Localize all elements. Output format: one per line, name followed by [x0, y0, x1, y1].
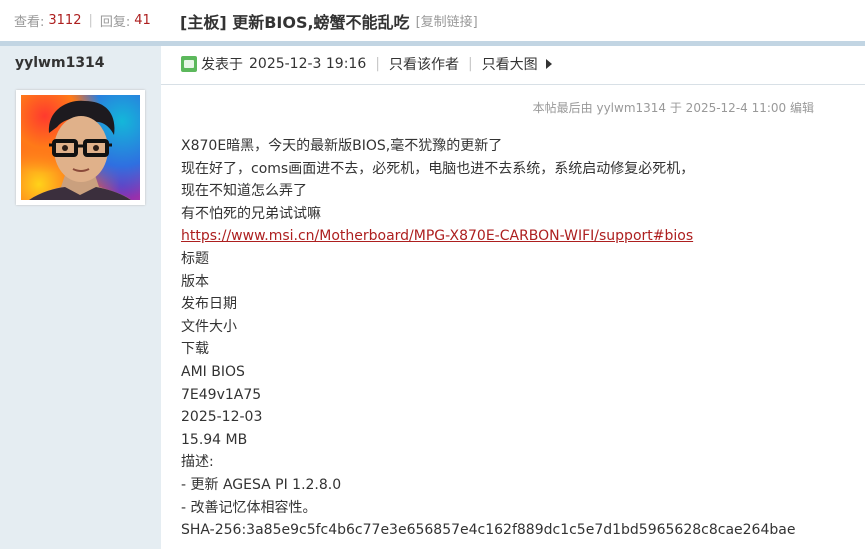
meta-divider: | — [467, 56, 473, 72]
post-line: 现在好了，coms画面进不去，必死机，电脑也进不去系统，系统启动修复必死机， — [181, 160, 695, 177]
author-username[interactable]: yylwm1314 — [15, 55, 105, 71]
thread-stats: 查看: 3112 | 回复: 41 — [0, 0, 161, 41]
post-content: X870E暗黑，今天的最新版BIOS,毫不犹豫的更新了 现在好了，coms画面进… — [181, 135, 861, 542]
detail-line: 版本 — [181, 273, 209, 290]
avatar-portrait-icon — [29, 100, 131, 200]
triangle-right-icon[interactable] — [545, 59, 552, 69]
stats-divider: | — [88, 13, 93, 28]
post-column: [主板] 更新BIOS,螃蟹不能乱吃 [复制链接] 发表于 2025-12-3 … — [161, 0, 865, 549]
copy-link-button[interactable]: [复制链接] — [416, 11, 478, 30]
thread-title: [主板] 更新BIOS,螃蟹不能乱吃 — [180, 12, 410, 32]
views-count: 3112 — [48, 13, 82, 28]
detail-line: 标题 — [181, 250, 209, 267]
msi-support-link[interactable]: https://www.msi.cn/Motherboard/MPG-X870E… — [181, 228, 693, 244]
only-large-images-link[interactable]: 只看大图 — [482, 54, 538, 74]
post-line: 有不怕死的兄弟试试嘛 — [181, 205, 321, 222]
detail-line: 描述: — [181, 454, 214, 471]
user-online-icon — [181, 56, 197, 72]
post-meta: 发表于 2025-12-3 19:16 | 只看该作者 | 只看大图 — [181, 54, 865, 74]
views-label: 查看: — [14, 15, 45, 30]
author-column: 查看: 3112 | 回复: 41 yylwm1314 — [0, 0, 161, 549]
detail-line: - 更新 AGESA PI 1.2.8.0 — [181, 476, 342, 493]
detail-line: 15.94 MB — [181, 431, 248, 448]
posted-time: 2025-12-3 19:16 — [249, 56, 367, 72]
detail-line: - 改善记忆体相容性。 — [181, 499, 317, 516]
header-separator-band — [0, 41, 865, 46]
posted-label: 发表于 — [201, 57, 243, 73]
post-line: 现在不知道怎么弄了 — [181, 183, 307, 200]
only-author-link[interactable]: 只看该作者 — [389, 54, 459, 74]
detail-line: 文件大小 — [181, 318, 237, 335]
replies-label: 回复: — [99, 15, 131, 30]
post-line: X870E暗黑，今天的最新版BIOS,毫不犹豫的更新了 — [181, 138, 503, 154]
replies-count: 41 — [134, 13, 151, 28]
detail-line: 7E49v1A75 — [181, 386, 262, 403]
avatar-frame[interactable] — [16, 90, 145, 205]
detail-line: 下载 — [181, 341, 209, 358]
detail-line: AMI BIOS — [181, 363, 245, 380]
post-link-line: https://www.msi.cn/Motherboard/MPG-X870E… — [181, 225, 861, 248]
meta-separator-line — [161, 84, 865, 85]
detail-line: 发布日期 — [181, 296, 237, 313]
thread-title-bar: [主板] 更新BIOS,螃蟹不能乱吃 [复制链接] — [161, 0, 865, 41]
avatar[interactable] — [21, 95, 140, 200]
detail-line: 2025-12-03 — [181, 409, 263, 426]
edit-note: 本帖最后由 yylwm1314 于 2025-12-4 11:00 编辑 — [532, 101, 814, 115]
sha256-line: SHA-256:3a85e9c5fc4b6c77e3e656857e4c162f… — [181, 522, 796, 539]
meta-divider: | — [375, 56, 380, 72]
